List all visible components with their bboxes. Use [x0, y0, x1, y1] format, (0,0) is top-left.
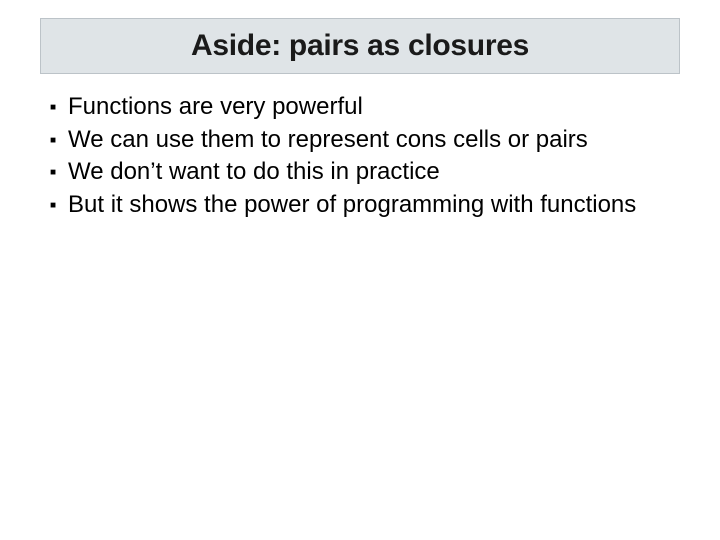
slide: Aside: pairs as closures Functions are v… [0, 0, 720, 540]
title-bar: Aside: pairs as closures [40, 18, 680, 74]
list-item: Functions are very powerful [46, 92, 680, 123]
slide-title: Aside: pairs as closures [55, 29, 665, 63]
bullet-list: Functions are very powerful We can use t… [46, 92, 680, 221]
list-item: We don’t want to do this in practice [46, 157, 680, 188]
slide-content: Functions are very powerful We can use t… [40, 92, 680, 221]
list-item: We can use them to represent cons cells … [46, 125, 680, 156]
list-item: But it shows the power of programming wi… [46, 190, 680, 221]
